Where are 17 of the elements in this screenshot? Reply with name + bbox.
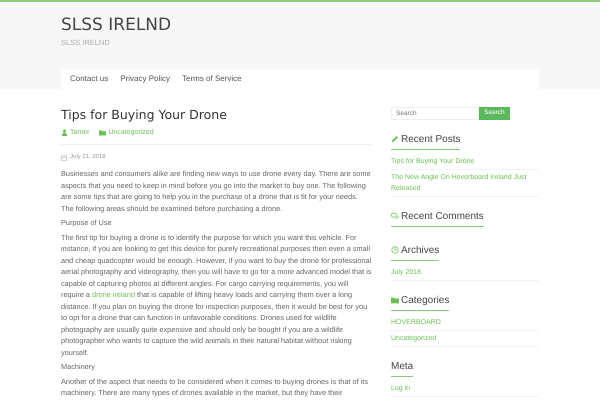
post-title[interactable]: Tips for Buying Your Drone	[61, 106, 372, 122]
pencil-icon	[391, 135, 399, 144]
user-icon	[61, 129, 68, 136]
nav-link[interactable]: Terms of Service	[176, 72, 248, 85]
widget-title-text: Archives	[401, 244, 440, 258]
widget-title-text: Meta	[391, 360, 414, 374]
nav-link[interactable]: Privacy Policy	[114, 72, 176, 85]
site-title[interactable]: SLSS IRELND	[61, 2, 539, 36]
widget-title-text: Categories	[401, 294, 450, 308]
widget-title-text: Recent Posts	[401, 132, 460, 147]
calendar-icon	[61, 154, 67, 161]
nav-link[interactable]: Contact us	[64, 72, 114, 85]
folder-icon	[99, 129, 106, 136]
clock-icon	[391, 246, 399, 254]
widget-title-text: Recent Comments	[401, 210, 484, 224]
folder-icon	[391, 296, 399, 304]
comments-icon	[391, 212, 399, 220]
